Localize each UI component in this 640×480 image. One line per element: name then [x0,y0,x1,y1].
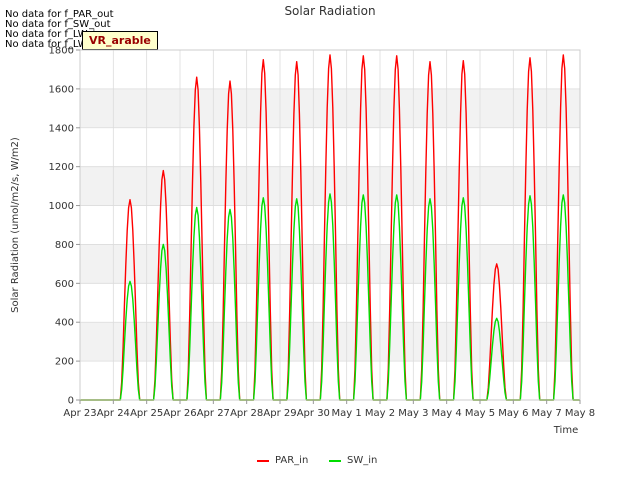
y-tick-label: 1600 [49,84,74,95]
y-tick-label: 800 [55,240,74,251]
x-tick-label: Apr 27 [197,408,230,419]
legend-swatch-par-in [257,460,269,462]
x-tick-label: Apr 25 [130,408,163,419]
x-tick-label: Apr 26 [163,408,196,419]
y-axis-title: Solar Radiation (umol/m2/s, W/m2) [10,137,21,313]
legend-swatch-sw-in [329,460,341,462]
y-tick-label: 0 [68,396,74,407]
x-tick-label: Apr 30 [297,408,330,419]
x-tick-label: May 3 [398,408,428,419]
y-tick-label: 200 [55,357,74,368]
chart-title: Solar Radiation [284,4,375,18]
y-tick-label: 600 [55,279,74,290]
x-axis-title: Time [553,425,578,436]
x-tick-label: May 5 [465,408,495,419]
legend: PAR_in SW_in [0,454,640,468]
x-tick-label: May 1 [332,408,362,419]
x-tick-label: Apr 29 [263,408,296,419]
background-band [80,322,580,362]
x-tick-label: Apr 24 [97,408,130,419]
legend-label-par-in: PAR_in [275,455,309,466]
x-tick-label: May 4 [432,408,462,419]
y-tick-label: 1000 [49,201,74,212]
background-bands [80,88,580,362]
x-tick-label: Apr 23 [63,408,96,419]
x-tick-label: May 7 [532,408,562,419]
x-tick-label: Apr 28 [230,408,263,419]
solar-radiation-chart: 0 200 400 600 800 1000 1200 1400 1600 1800 Apr 23… [10,4,595,436]
background-band [80,166,580,206]
background-band [80,88,580,128]
x-tick-label: May 6 [498,408,528,419]
legend-label-sw-in: SW_in [347,455,378,466]
y-axis: 0 200 400 600 800 1000 1200 1400 1600 1800 [49,46,80,407]
y-tick-label: 1400 [49,123,74,134]
x-axis: Apr 23 Apr 24 Apr 25 Apr 26 Apr 27 Apr 28 Apr … [63,400,595,419]
x-tick-label: May 2 [365,408,395,419]
y-tick-label: 1200 [49,162,74,173]
y-tick-label: 400 [55,318,74,329]
y-tick-label: 1800 [49,46,74,57]
background-band [80,244,580,284]
x-tick-label: May 8 [565,408,595,419]
